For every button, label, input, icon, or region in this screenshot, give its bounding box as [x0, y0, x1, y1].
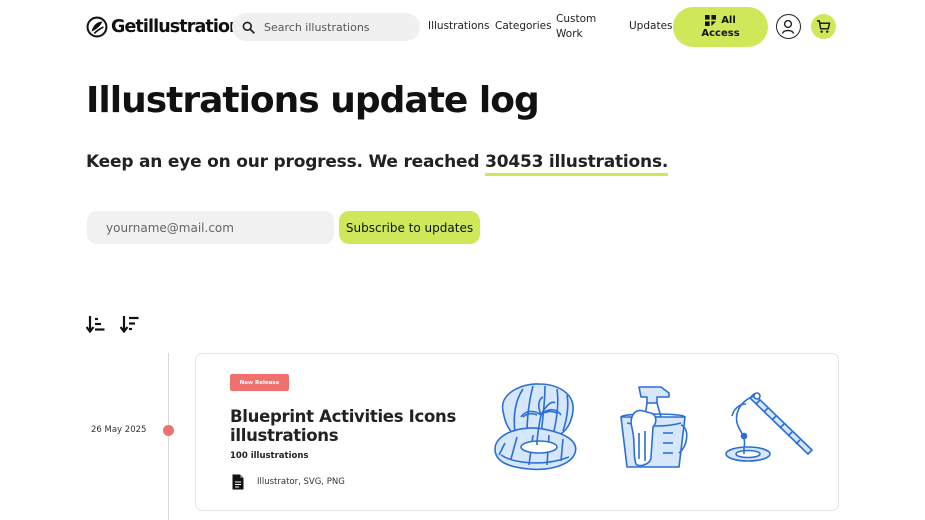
release-formats: Illustrator, SVG, PNG — [257, 477, 345, 487]
sort-descending-icon[interactable] — [120, 315, 139, 333]
logo[interactable]: Getillustrations — [86, 16, 251, 38]
nav-illustrations[interactable]: Illustrations — [428, 19, 490, 34]
cart-icon — [816, 20, 831, 33]
cart-button[interactable] — [811, 14, 836, 39]
release-title[interactable]: Blueprint Activities Icons illustrations — [230, 407, 480, 445]
fishing-rod-illustration — [725, 392, 813, 462]
new-release-badge: New Release — [230, 374, 289, 391]
release-date: 26 May 2025 — [91, 425, 147, 435]
user-icon — [781, 19, 795, 34]
nav-updates[interactable]: Updates — [629, 19, 673, 34]
all-access-label-line2: Access — [701, 28, 740, 39]
file-icon — [232, 474, 244, 490]
seashell-island-illustration — [494, 383, 577, 471]
illustration-count-highlight: 30453 illustrations. — [485, 152, 668, 176]
nav-custom-work[interactable]: Custom Work — [556, 12, 600, 42]
release-count: 100 illustrations — [230, 451, 309, 461]
release-card[interactable]: New Release Blueprint Activities Icons i… — [195, 353, 839, 511]
all-access-label-line1: All — [721, 15, 736, 26]
search-input[interactable] — [264, 20, 404, 34]
timeline-dot — [163, 425, 174, 436]
nav-categories[interactable]: Categories — [495, 19, 552, 34]
page-title: Illustrations update log — [86, 80, 540, 121]
progress-subtitle-text: Keep an eye on our progress. We reached — [86, 152, 486, 172]
logo-text: Getillustrations — [111, 17, 251, 37]
email-field[interactable] — [87, 211, 334, 244]
sort-ascending-icon[interactable] — [86, 315, 105, 333]
progress-subtitle: Keep an eye on our progress. We reached … — [86, 152, 668, 176]
user-account-button[interactable] — [776, 14, 801, 39]
timeline-line — [168, 353, 169, 520]
cleaning-bucket-illustration — [620, 386, 688, 468]
subscribe-button[interactable]: Subscribe to updates — [339, 211, 480, 244]
all-access-button[interactable]: All Access — [673, 7, 768, 47]
search-icon — [242, 21, 255, 34]
search-bar[interactable] — [232, 13, 420, 41]
logo-mark-icon — [86, 16, 108, 38]
grid-icon — [705, 15, 717, 26]
site-header: Getillustrations Illustrations Categorie… — [0, 0, 925, 54]
